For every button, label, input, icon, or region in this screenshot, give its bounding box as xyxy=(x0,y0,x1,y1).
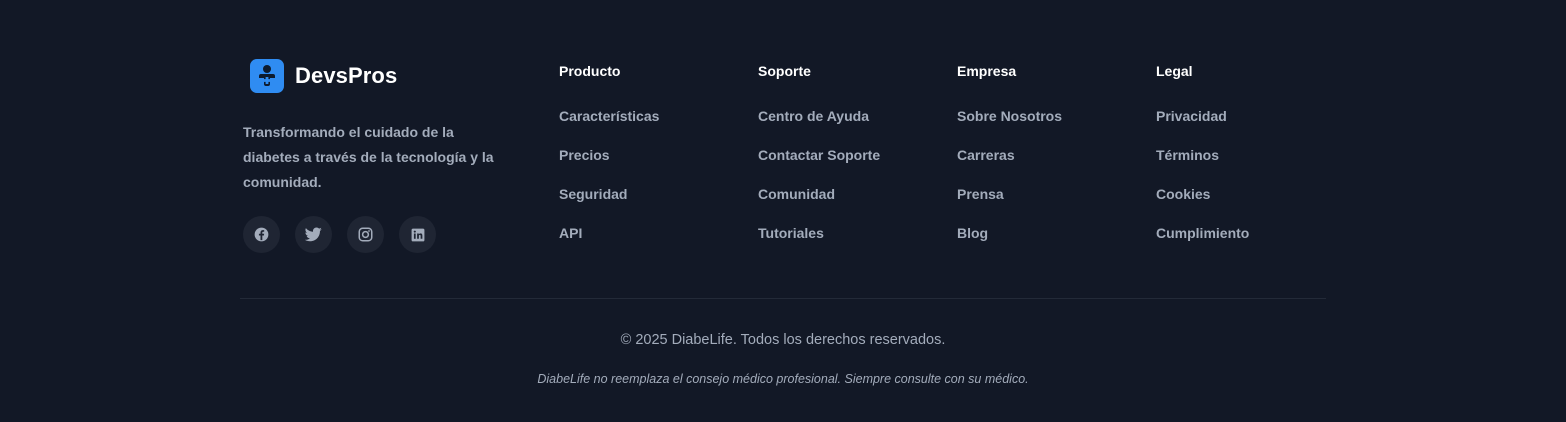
footer-column-soporte: Soporte Centro de Ayuda Contactar Soport… xyxy=(758,62,880,263)
footer-divider xyxy=(240,298,1326,299)
copyright-text: © 2025 DiabeLife. Todos los derechos res… xyxy=(620,332,946,348)
column-title: Soporte xyxy=(758,63,811,79)
instagram-icon xyxy=(358,227,373,242)
footer-link-sobre-nosotros[interactable]: Sobre Nosotros xyxy=(957,107,1062,125)
brand-logo-icon xyxy=(250,59,284,93)
footer-link-comunidad[interactable]: Comunidad xyxy=(758,185,835,203)
twitter-icon xyxy=(305,227,322,242)
footer-link-precios[interactable]: Precios xyxy=(559,146,610,164)
footer-link-carreras[interactable]: Carreras xyxy=(957,146,1015,164)
footer-link-cookies[interactable]: Cookies xyxy=(1156,185,1210,203)
linkedin-button[interactable] xyxy=(399,216,436,253)
footer-link-seguridad[interactable]: Seguridad xyxy=(559,185,627,203)
linkedin-icon xyxy=(411,228,424,241)
facebook-button[interactable] xyxy=(243,216,280,253)
instagram-button[interactable] xyxy=(347,216,384,253)
twitter-button[interactable] xyxy=(295,216,332,253)
footer-link-tutoriales[interactable]: Tutoriales xyxy=(758,224,824,242)
footer-column-empresa: Empresa Sobre Nosotros Carreras Prensa B… xyxy=(957,62,1062,263)
footer-link-cumplimiento[interactable]: Cumplimiento xyxy=(1156,224,1249,242)
footer-column-producto: Producto Características Precios Segurid… xyxy=(559,62,659,263)
footer-column-legal: Legal Privacidad Términos Cookies Cumpli… xyxy=(1156,62,1249,263)
column-title: Empresa xyxy=(957,63,1017,79)
footer-link-contactar-soporte[interactable]: Contactar Soporte xyxy=(758,146,880,164)
facebook-icon xyxy=(254,227,269,242)
social-links xyxy=(243,216,436,253)
column-title: Legal xyxy=(1156,63,1193,79)
footer-link-terminos[interactable]: Términos xyxy=(1156,146,1219,164)
footer-link-privacidad[interactable]: Privacidad xyxy=(1156,107,1227,125)
medical-disclaimer: DiabeLife no reemplaza el consejo médico… xyxy=(537,372,1029,386)
column-title: Producto xyxy=(559,63,621,79)
footer-link-api[interactable]: API xyxy=(559,224,582,242)
site-footer: DevsPros Transformando el cuidado de la … xyxy=(0,0,1566,422)
brand-tagline: Transformando el cuidado de la diabetes … xyxy=(243,124,494,190)
brand-name: DevsPros xyxy=(295,63,398,88)
footer-link-centro-de-ayuda[interactable]: Centro de Ayuda xyxy=(758,107,869,125)
footer-link-blog[interactable]: Blog xyxy=(957,224,988,242)
brand-logo-link[interactable]: DevsPros xyxy=(250,59,397,93)
footer-link-prensa[interactable]: Prensa xyxy=(957,185,1004,203)
footer-link-caracteristicas[interactable]: Características xyxy=(559,107,659,125)
